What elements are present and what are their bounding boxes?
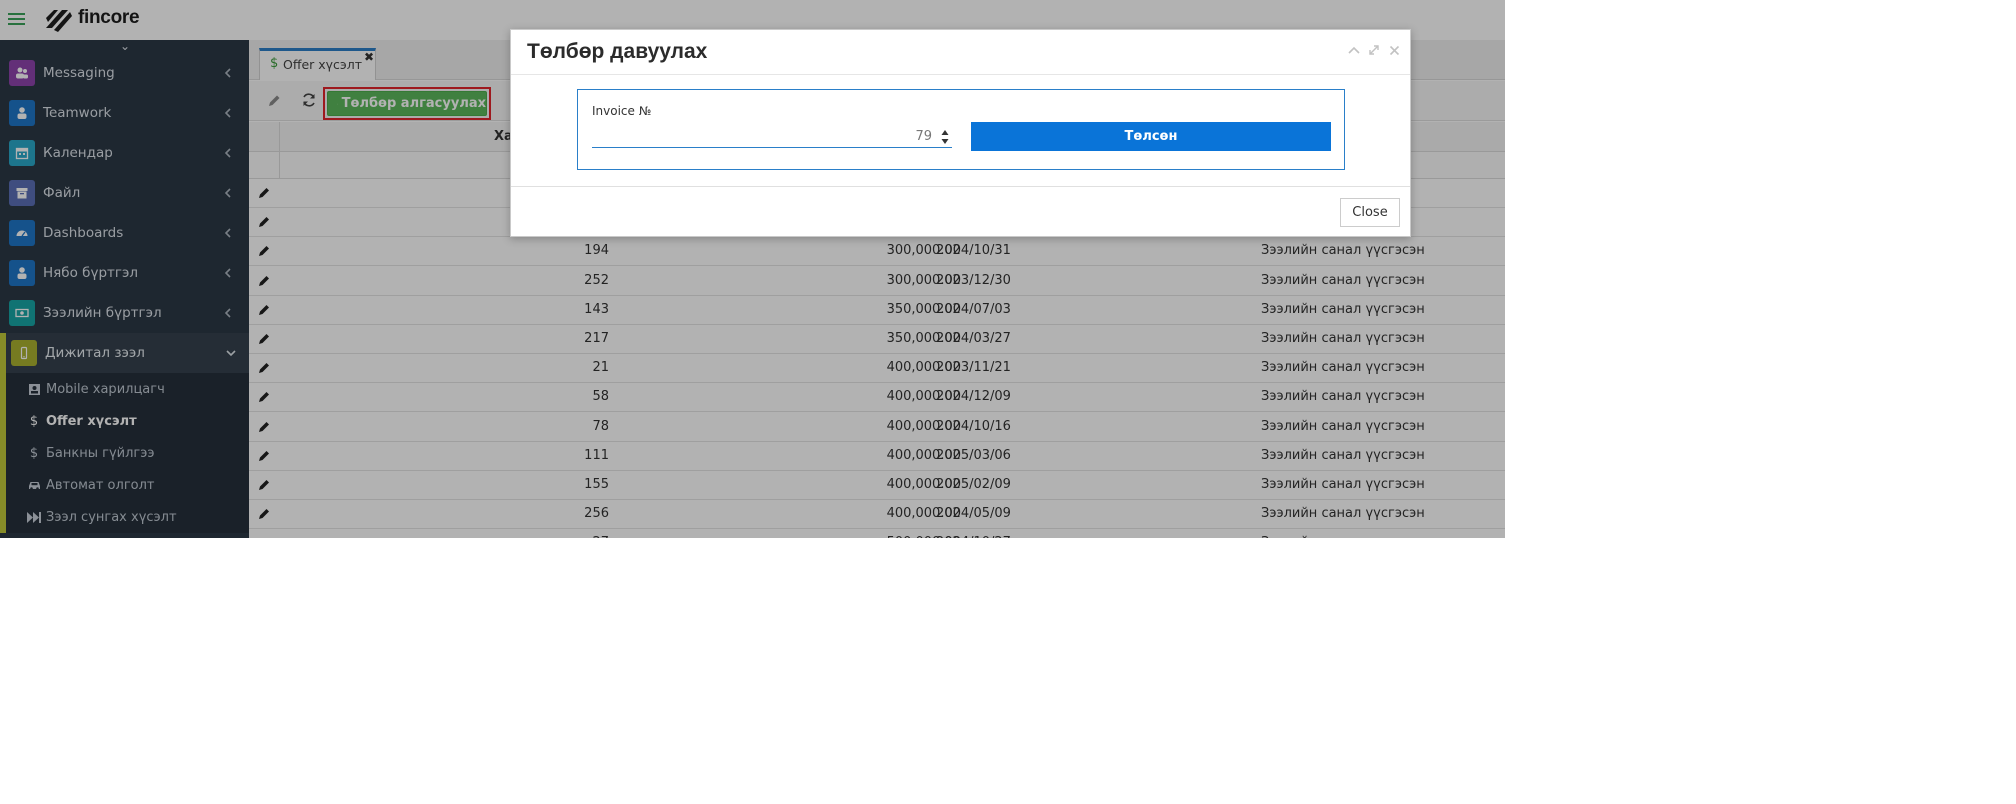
dialog-title: Төлбөр давуулах: [527, 40, 708, 63]
close-button[interactable]: Close: [1340, 198, 1400, 227]
chevron-up-icon[interactable]: [1346, 42, 1362, 58]
dialog-controls: [1346, 42, 1402, 60]
number-stepper-icon[interactable]: [939, 126, 951, 148]
paid-button[interactable]: Төлсөн: [971, 122, 1331, 151]
payment-defer-dialog: Төлбөр давуулах Invoice № Төлсөн Close: [510, 29, 1411, 237]
divider: [511, 74, 1410, 75]
invoice-form: Invoice № Төлсөн: [577, 89, 1345, 170]
divider: [511, 186, 1410, 187]
close-icon[interactable]: [1386, 42, 1402, 58]
expand-icon[interactable]: [1366, 42, 1382, 58]
app-window: fincore ⌄ Messaging Teamwork Календар Фа…: [0, 0, 1505, 538]
invoice-label: Invoice №: [592, 104, 652, 118]
invoice-number-input[interactable]: [592, 126, 952, 148]
